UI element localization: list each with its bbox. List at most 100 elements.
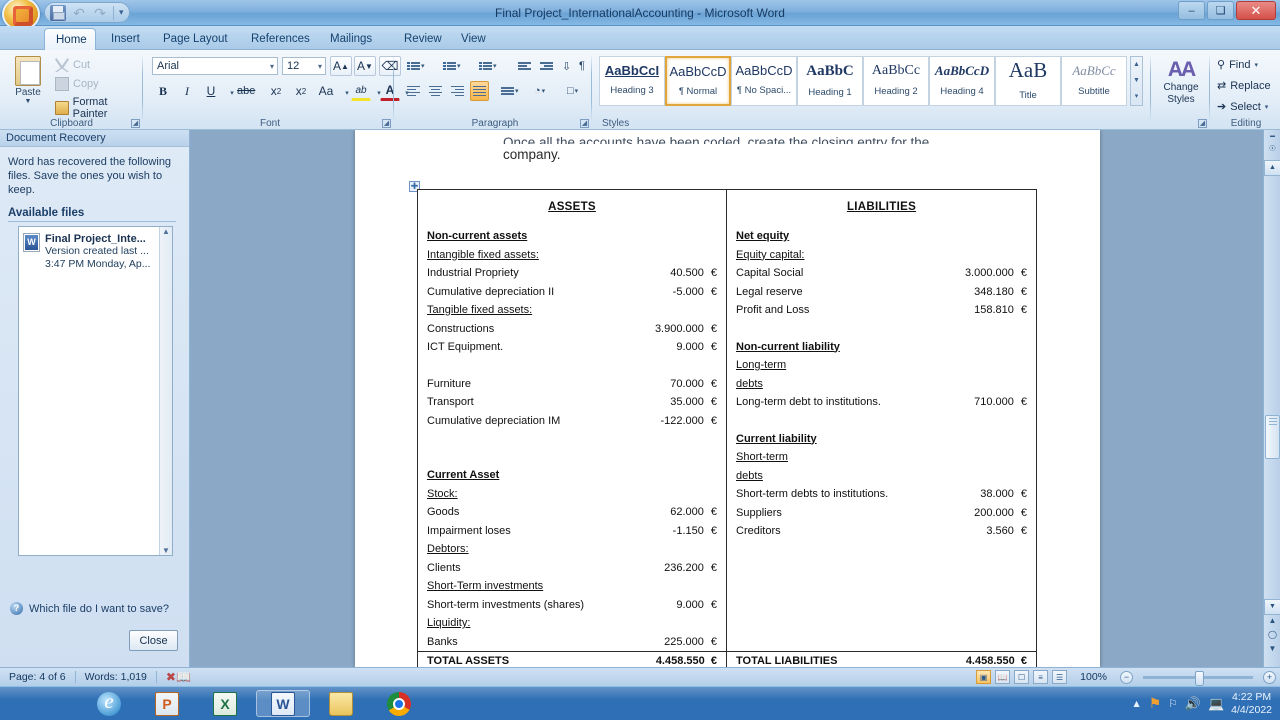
font-name-combobox[interactable]: Arial <box>152 57 278 75</box>
taskbar-word[interactable] <box>256 690 310 717</box>
web-layout-view-button[interactable]: ☐ <box>1014 670 1030 684</box>
taskbar-file-explorer[interactable] <box>314 690 368 717</box>
cut-button[interactable]: Cut <box>55 58 90 72</box>
font-size-combobox[interactable]: 12 <box>282 57 326 75</box>
style-heading-3[interactable]: AaBbCcI Heading 3 <box>599 56 665 106</box>
superscript-button[interactable]: x2 <box>291 81 311 101</box>
restore-button[interactable]: ❑ <box>1207 1 1234 20</box>
tab-references[interactable]: References <box>240 28 321 50</box>
style-subtitle[interactable]: AaBbCc Subtitle <box>1061 56 1127 106</box>
style-title[interactable]: AaB Title <box>995 56 1061 106</box>
recovered-files-list[interactable]: Final Project_Inte... Version created la… <box>18 226 173 556</box>
format-painter-button[interactable]: Format Painter <box>55 96 143 120</box>
volume-icon[interactable]: 🔊 <box>1185 696 1201 712</box>
style-no-spacing[interactable]: AaBbCcD ¶ No Spaci... <box>731 56 797 106</box>
select-browse-object-icon[interactable]: ◯ <box>1266 630 1279 643</box>
outline-view-button[interactable]: ≡ <box>1033 670 1049 684</box>
tab-home[interactable]: Home <box>44 28 96 50</box>
show-formatting-marks-button[interactable]: ¶ <box>576 56 588 76</box>
zoom-out-button[interactable]: − <box>1120 670 1133 684</box>
close-pane-button[interactable]: Close <box>129 630 178 651</box>
find-button[interactable]: ⚲ Find ▾ <box>1217 58 1258 72</box>
tab-insert[interactable]: Insert <box>100 28 151 50</box>
multilevel-list-button[interactable]: ▾ <box>476 56 500 76</box>
action-center-icon[interactable]: ⚑ <box>1149 695 1162 712</box>
align-center-button[interactable] <box>426 81 445 101</box>
italic-button[interactable]: I <box>177 81 197 101</box>
subscript-button[interactable]: x2 <box>266 81 286 101</box>
draft-view-button[interactable]: ☰ <box>1052 670 1068 684</box>
bold-button[interactable]: B <box>153 81 173 101</box>
print-layout-view-button[interactable]: ▣ <box>976 670 992 684</box>
change-styles-button[interactable]: AA Change Styles <box>1154 58 1208 106</box>
tab-review[interactable]: Review <box>393 28 453 50</box>
taskbar-excel[interactable] <box>198 690 252 717</box>
replace-button[interactable]: ⇄ Replace <box>1217 79 1271 93</box>
taskbar-powerpoint[interactable] <box>140 690 194 717</box>
shading-button[interactable]: ◔ ▾ <box>531 81 548 101</box>
shrink-font-button[interactable]: A ▼ <box>354 56 376 76</box>
borders-button[interactable]: □ ▾ <box>564 81 581 101</box>
file-list-scrollbar[interactable]: ▲ ▼ <box>159 227 172 555</box>
show-hidden-icons-icon[interactable]: ▲ <box>1131 698 1141 710</box>
select-button[interactable]: ➔ Select ▾ <box>1217 100 1268 114</box>
network-icon[interactable]: 💻 <box>1208 696 1224 712</box>
line-spacing-button[interactable]: ▾ <box>498 81 522 101</box>
bullets-button[interactable]: ▾ <box>404 56 428 76</box>
browse-object-top-icon[interactable]: ☉ <box>1266 144 1279 157</box>
scroll-down-icon[interactable]: ▼ <box>160 546 172 555</box>
clock[interactable]: 4:22 PM 4/4/2022 <box>1231 691 1277 717</box>
flag-icon[interactable]: ⚐ <box>1168 698 1177 710</box>
taskbar-chrome[interactable] <box>372 690 426 717</box>
paste-button[interactable]: Paste ▼ <box>8 54 48 110</box>
font-dialog-launcher[interactable]: ◢ <box>382 119 391 128</box>
decrease-indent-button[interactable] <box>515 56 534 76</box>
style-heading-2[interactable]: AaBbCc Heading 2 <box>863 56 929 106</box>
document-page[interactable]: Once all the accounts have been coded, c… <box>355 130 1100 667</box>
close-button[interactable]: ✕ <box>1236 1 1276 20</box>
sort-button[interactable]: ⇩ <box>559 56 574 76</box>
underline-button[interactable]: U <box>201 81 221 101</box>
justify-button[interactable] <box>470 81 489 101</box>
change-case-button[interactable]: Aa <box>316 81 336 101</box>
zoom-in-button[interactable]: + <box>1263 670 1276 684</box>
grow-font-button[interactable]: A ▲ <box>330 56 352 76</box>
numbering-button[interactable]: ▾ <box>440 56 464 76</box>
clipboard-dialog-launcher[interactable]: ◢ <box>131 119 140 128</box>
proofing-errors-icon[interactable]: ✖📖 <box>157 668 200 687</box>
word-count[interactable]: Words: 1,019 <box>76 668 156 687</box>
scroll-up-icon[interactable]: ▲ <box>160 227 172 236</box>
which-file-help-link[interactable]: ? Which file do I want to save? <box>10 602 169 615</box>
align-right-button[interactable] <box>448 81 467 101</box>
styles-dialog-launcher[interactable]: ◢ <box>1198 119 1207 128</box>
zoom-slider[interactable] <box>1143 670 1253 686</box>
zoom-level[interactable]: 100% <box>1071 668 1116 687</box>
scrollbar-thumb[interactable] <box>1265 415 1280 459</box>
copy-button[interactable]: Copy <box>55 77 99 91</box>
styles-gallery-scrollbar[interactable]: ▲ ▼ ▾ <box>1130 56 1143 106</box>
minimize-button[interactable]: – <box>1178 1 1205 20</box>
paragraph-dialog-launcher[interactable]: ◢ <box>580 119 589 128</box>
document-vertical-scrollbar[interactable]: ━ ☉ ▲ ▼ ▲ ◯ ▼ <box>1263 130 1280 667</box>
previous-page-icon[interactable]: ▲ <box>1266 616 1279 629</box>
increase-indent-button[interactable] <box>537 56 556 76</box>
scroll-up-button[interactable]: ▲ <box>1264 160 1280 176</box>
style-heading-4[interactable]: AaBbCcD Heading 4 <box>929 56 995 106</box>
taskbar-internet-explorer[interactable] <box>82 689 136 717</box>
next-page-icon[interactable]: ▼ <box>1266 644 1279 657</box>
style-normal[interactable]: AaBbCcD ¶ Normal <box>665 56 731 106</box>
scroll-down-button[interactable]: ▼ <box>1264 599 1280 615</box>
tab-view[interactable]: View <box>450 28 497 50</box>
text-highlight-button[interactable]: ab <box>351 81 371 101</box>
list-item[interactable]: Final Project_Inte... Version created la… <box>19 227 172 271</box>
balance-sheet-table[interactable]: ASSETS Non-current assets Intangible fixe… <box>417 189 1037 667</box>
style-heading-1[interactable]: AaBbC Heading 1 <box>797 56 863 106</box>
tab-mailings[interactable]: Mailings <box>319 28 383 50</box>
styles-more-icon[interactable]: ▾ <box>1131 89 1142 105</box>
tab-page-layout[interactable]: Page Layout <box>152 28 239 50</box>
page-indicator[interactable]: Page: 4 of 6 <box>0 668 75 687</box>
full-screen-reading-view-button[interactable]: 📖 <box>995 670 1011 684</box>
styles-scroll-up-icon[interactable]: ▲ <box>1131 57 1142 73</box>
align-left-button[interactable] <box>404 81 423 101</box>
strikethrough-button[interactable]: abe <box>236 81 256 101</box>
